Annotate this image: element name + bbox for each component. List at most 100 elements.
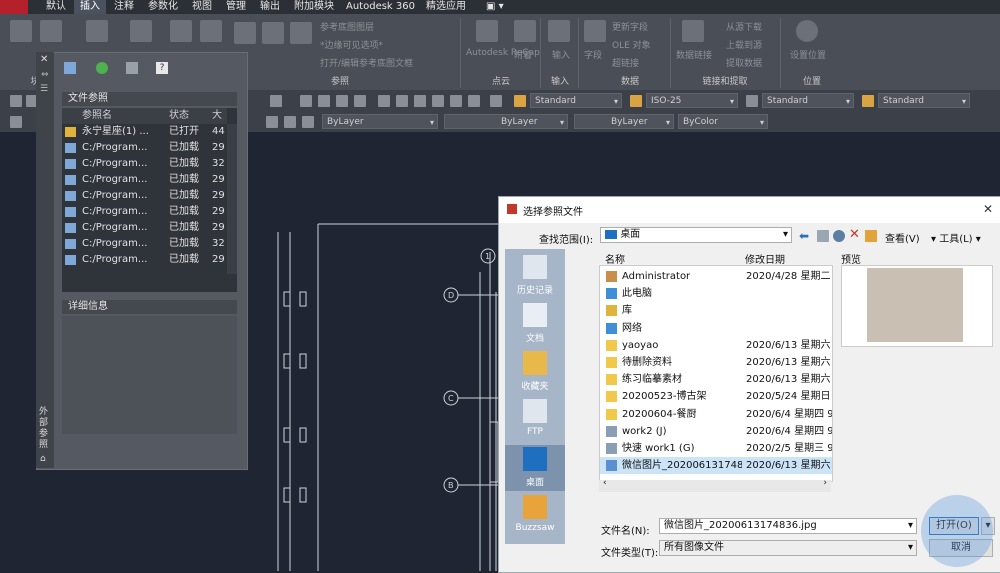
tools-menu[interactable]: ▾ 工具(L) ▾ xyxy=(931,230,981,245)
define-attribute-icon[interactable] xyxy=(130,20,152,42)
sheet-set-icon[interactable] xyxy=(432,95,444,107)
xref-row[interactable]: C:/Program... 已加载 29 xyxy=(62,220,227,236)
markup-icon[interactable] xyxy=(450,95,462,107)
plotstyle-select[interactable]: ByColor ▾ xyxy=(678,114,768,129)
file-row[interactable]: 快速 work1 (G) 2020/2/5 星期三 9:5 xyxy=(600,440,832,457)
block-editor-icon[interactable] xyxy=(200,20,222,42)
help-icon[interactable]: ? xyxy=(156,62,168,74)
file-row[interactable]: Administrator 2020/4/28 星期二 2. xyxy=(600,268,832,285)
filetype-select[interactable]: 所有图像文件 ▾ xyxy=(659,540,917,556)
file-row[interactable]: 库 xyxy=(600,302,832,319)
menu-insert[interactable]: 插入 xyxy=(74,0,106,14)
set-location-icon[interactable] xyxy=(796,20,818,42)
file-row[interactable]: 练习临摹素材 2020/6/13 星期六 8. xyxy=(600,371,832,388)
palette-dock-icon[interactable]: ⌂ xyxy=(40,454,46,464)
zoom-previous-icon[interactable] xyxy=(354,95,366,107)
menu-autodesk360[interactable]: Autodesk 360 xyxy=(340,0,421,14)
file-references-list[interactable]: 参照名 状态 大 永宁星座(1) ... 已打开 44 C:/Program... 已加… xyxy=(62,108,237,292)
table-style-select[interactable]: Standard ▾ xyxy=(762,93,854,108)
xref-row[interactable]: C:/Program... 已加载 29 xyxy=(62,252,227,268)
edit-attribute-icon[interactable] xyxy=(40,20,62,42)
color-layer-select[interactable]: ByLayer ▾ xyxy=(322,114,438,129)
delete-icon[interactable]: ✕ xyxy=(849,227,860,242)
linetype-select[interactable]: ByLayer ▾ xyxy=(444,114,568,129)
design-center-icon[interactable] xyxy=(396,95,408,107)
filename-input[interactable]: 微信图片_20200613174836.jpg ▾ xyxy=(659,518,917,534)
list-scrollbar[interactable] xyxy=(227,124,237,274)
new-folder-icon[interactable] xyxy=(865,230,877,242)
attach-dwg-icon[interactable] xyxy=(64,62,76,74)
dim-style-icon[interactable] xyxy=(630,95,642,107)
layer-state-icon[interactable] xyxy=(302,116,314,128)
text-style-select[interactable]: Standard ▾ xyxy=(530,93,622,108)
xref-row[interactable]: C:/Program... 已加载 29 xyxy=(62,204,227,220)
refresh-icon[interactable] xyxy=(96,62,108,74)
menu-default[interactable]: 默认 xyxy=(40,0,72,14)
file-row[interactable]: 20200523-博古架 2020/5/24 星期日 9. xyxy=(600,388,832,405)
menu-output[interactable]: 输出 xyxy=(254,0,286,14)
xref-row[interactable]: C:/Program... 已加载 29 xyxy=(62,188,227,204)
calculator-icon[interactable] xyxy=(468,95,480,107)
file-row[interactable]: 微信图片_2020061317483... 2020/6/13 星期六 1. xyxy=(600,457,832,475)
menu-addins[interactable]: 附加模块 xyxy=(288,0,340,14)
lookin-select[interactable]: 桌面 ▾ xyxy=(600,227,792,243)
xref-row[interactable]: 永宁星座(1) ... 已打开 44 xyxy=(62,124,227,140)
place-documents[interactable]: 文档 xyxy=(505,301,565,347)
dim-style-select[interactable]: ISO-25 ▾ xyxy=(646,93,738,108)
menu-featured-apps[interactable]: 精选应用 xyxy=(420,0,472,14)
place-desktop[interactable]: 桌面 xyxy=(505,445,565,491)
pan-icon[interactable] xyxy=(300,95,312,107)
clip-icon[interactable] xyxy=(262,22,284,44)
file-row[interactable]: work2 (J) 2020/6/4 星期四 9:3 xyxy=(600,423,832,440)
file-row[interactable]: yaoyao 2020/6/13 星期六 8. xyxy=(600,337,832,354)
redo-icon[interactable] xyxy=(270,95,282,107)
lineweight-select[interactable]: ByLayer ▾ xyxy=(574,114,674,129)
mleader-style-icon[interactable] xyxy=(862,95,874,107)
dialog-titlebar[interactable]: 选择参照文件 ✕ xyxy=(499,197,1000,223)
attach-icon[interactable] xyxy=(234,22,256,44)
help-icon[interactable] xyxy=(490,95,502,107)
change-path-icon[interactable] xyxy=(126,62,138,74)
data-link-icon[interactable] xyxy=(682,20,704,42)
field-icon[interactable] xyxy=(584,20,606,42)
xref-row[interactable]: C:/Program... 已加载 32 xyxy=(62,236,227,252)
close-icon[interactable]: ✕ xyxy=(40,54,48,65)
layer-tool-icon[interactable] xyxy=(266,116,278,128)
xref-row[interactable]: C:/Program... 已加载 32 xyxy=(62,156,227,172)
app-logo-icon[interactable] xyxy=(0,0,28,14)
up-folder-icon[interactable] xyxy=(817,230,829,242)
file-list[interactable]: Administrator 2020/4/28 星期二 2. 此电脑库网络 yaoya… xyxy=(599,265,833,482)
properties-menu-icon[interactable]: ☰ xyxy=(40,84,48,94)
col-header-name[interactable]: 名称 xyxy=(605,251,625,266)
import-icon[interactable] xyxy=(548,20,570,42)
palette-titlebar-strip[interactable]: ✕ ⇔ ☰ 外部参照 ⌂ xyxy=(36,52,54,468)
horizontal-scrollbar[interactable]: ‹ › xyxy=(599,478,831,492)
ribbon-toggle-icon[interactable]: ▣ ▾ xyxy=(480,0,510,14)
file-row[interactable]: 此电脑 xyxy=(600,285,832,302)
mleader-style-select[interactable]: Standard ▾ xyxy=(878,93,970,108)
properties-icon[interactable] xyxy=(378,95,390,107)
tool-palettes-icon[interactable] xyxy=(414,95,426,107)
menu-manage[interactable]: 管理 xyxy=(220,0,252,14)
table-style-icon[interactable] xyxy=(746,95,758,107)
menu-annotate[interactable]: 注释 xyxy=(108,0,140,14)
file-row[interactable]: 待删除资料 2020/6/13 星期六 1. xyxy=(600,354,832,371)
layer-properties-icon[interactable] xyxy=(10,116,22,128)
recap-icon[interactable] xyxy=(476,20,498,42)
place-favorites[interactable]: 收藏夹 xyxy=(505,349,565,395)
file-row[interactable]: 网络 xyxy=(600,320,832,337)
zoom-window-icon[interactable] xyxy=(336,95,348,107)
view-menu[interactable]: 查看(V) xyxy=(885,230,920,245)
create-block-icon[interactable] xyxy=(86,20,108,42)
xref-row[interactable]: C:/Program... 已加载 29 xyxy=(62,140,227,156)
zoom-realtime-icon[interactable] xyxy=(318,95,330,107)
adjust-icon[interactable] xyxy=(290,22,312,44)
col-header-date[interactable]: 修改日期 xyxy=(745,251,785,266)
insert-block-icon[interactable] xyxy=(10,20,32,42)
new-icon[interactable] xyxy=(10,95,22,107)
file-row[interactable]: 20200604-餐厨 2020/6/4 星期四 9:3 xyxy=(600,406,832,423)
back-icon[interactable]: ⬅ xyxy=(799,229,809,243)
menu-view[interactable]: 视图 xyxy=(186,0,218,14)
place-ftp[interactable]: FTP xyxy=(505,397,565,443)
layer-previous-icon[interactable] xyxy=(284,116,296,128)
